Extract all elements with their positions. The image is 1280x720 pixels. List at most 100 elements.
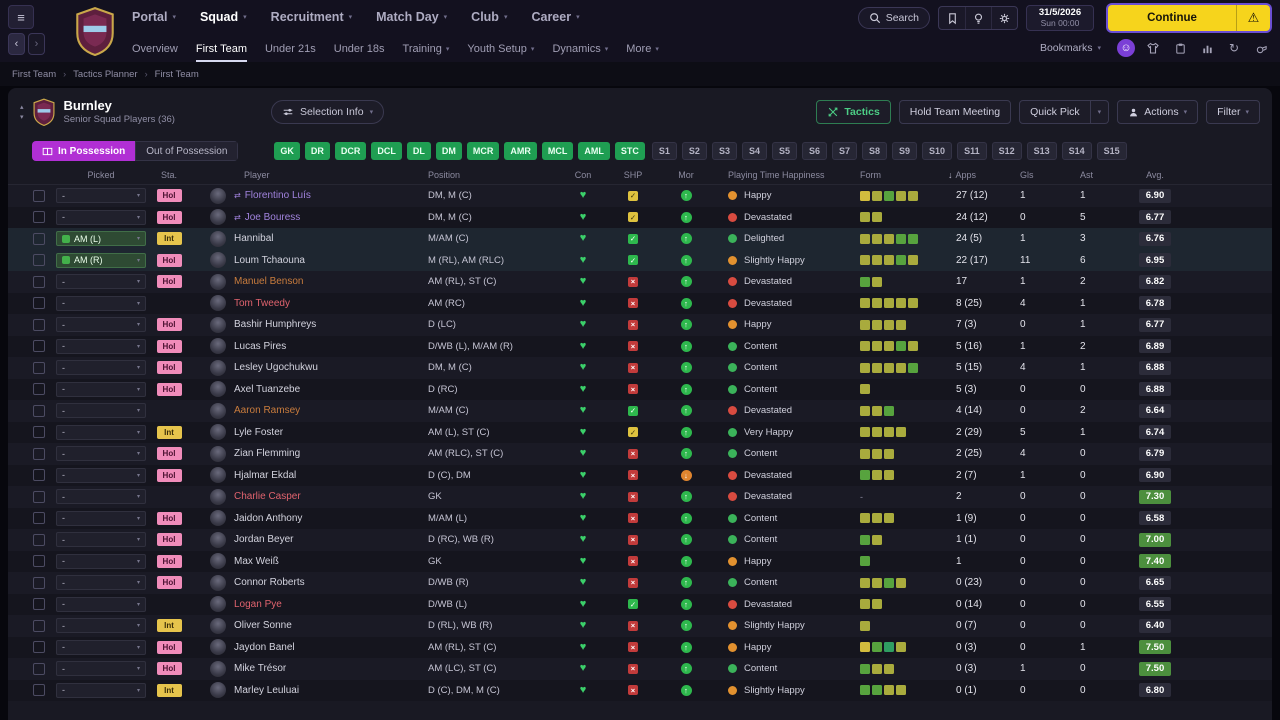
table-row[interactable]: - ▾ Hol Max Weiß GK ♥ × ↑ Happy 1 0 0 7.40	[8, 550, 1272, 572]
subnav-item-under-21s[interactable]: Under 21s	[265, 36, 316, 62]
header-status[interactable]: Sta.	[150, 166, 188, 184]
picked-dropdown[interactable]: - ▾	[56, 295, 146, 311]
row-checkbox[interactable]	[33, 275, 45, 288]
nav-item-portal[interactable]: Portal ▾	[132, 10, 176, 24]
table-row[interactable]: - ▾ Charlie Casper GK ♥ × ↑ Devastated -2 0 0 7.30	[8, 486, 1272, 508]
nav-item-match-day[interactable]: Match Day ▾	[376, 10, 447, 24]
nav-item-recruitment[interactable]: Recruitment ▾	[271, 10, 352, 24]
picked-dropdown[interactable]: - ▾	[56, 403, 146, 419]
player-name[interactable]: Hjalmar Ekdal	[234, 470, 296, 481]
table-row[interactable]: - ▾ Int Marley Leuluai D (C), DM, M (C) ♥ × ↑ Sl…	[8, 679, 1272, 701]
picked-dropdown[interactable]: - ▾	[56, 553, 146, 569]
slot-chip-s9[interactable]: S9	[892, 142, 918, 160]
player-name[interactable]: Charlie Casper	[234, 491, 301, 502]
slot-chip-s15[interactable]: S15	[1096, 142, 1127, 160]
subnav-item-under-18s[interactable]: Under 18s	[334, 36, 385, 62]
hold-team-meeting-button[interactable]: Hold Team Meeting	[898, 100, 1012, 124]
picked-dropdown[interactable]: AM (L) ▾	[56, 231, 146, 247]
picked-dropdown[interactable]: - ▾	[56, 639, 146, 655]
picked-dropdown[interactable]: - ▾	[56, 532, 146, 548]
subnav-item-youth-setup[interactable]: Youth Setup ▾	[467, 36, 534, 62]
actions-button[interactable]: Actions ▾	[1117, 100, 1199, 124]
player-name[interactable]: Zian Flemming	[234, 448, 300, 459]
header-morale[interactable]: Mor	[660, 166, 712, 184]
player-name[interactable]: Manuel Benson	[234, 276, 304, 287]
picked-dropdown[interactable]: - ▾	[56, 317, 146, 333]
table-row[interactable]: - ▾ Hol ⇄ Florentino Luís DM, M (C) ♥ ✓ ↑ Happy 27…	[8, 185, 1272, 207]
table-row[interactable]: - ▾ Hol Bashir Humphreys D (LC) ♥ × ↑ Happy 7 (3)…	[8, 314, 1272, 336]
notes-button[interactable]	[1171, 39, 1189, 57]
player-name[interactable]: Jaydon Banel	[234, 642, 295, 653]
back-button[interactable]: ‹	[8, 33, 25, 55]
subnav-item-dynamics[interactable]: Dynamics ▾	[552, 36, 608, 62]
tactics-button[interactable]: Tactics	[816, 100, 891, 124]
table-row[interactable]: - ▾ Hol Hjalmar Ekdal D (C), DM ♥ × ↓ Devastated…	[8, 464, 1272, 486]
settings-button[interactable]	[991, 7, 1017, 29]
player-name[interactable]: Logan Pye	[234, 599, 282, 610]
player-name[interactable]: Lesley Ugochukwu	[234, 362, 318, 373]
player-name[interactable]: Lyle Foster	[234, 427, 283, 438]
picked-dropdown[interactable]: - ▾	[56, 510, 146, 526]
slot-chip-s10[interactable]: S10	[922, 142, 953, 160]
picked-dropdown[interactable]: - ▾	[56, 424, 146, 440]
position-chip-dr[interactable]: DR	[304, 142, 330, 160]
player-name[interactable]: Connor Roberts	[234, 577, 305, 588]
header-form[interactable]: Form	[852, 166, 948, 184]
row-checkbox[interactable]	[33, 555, 45, 568]
player-name[interactable]: ⇄ Florentino Luís	[234, 190, 311, 201]
header-condition[interactable]: Con	[560, 166, 606, 184]
table-row[interactable]: - ▾ Hol Mike Trésor AM (LC), ST (C) ♥ × ↑ Conten…	[8, 658, 1272, 680]
player-name[interactable]: Loum Tchaouna	[234, 255, 305, 266]
forward-button[interactable]: ›	[28, 33, 45, 55]
selection-info-dropdown[interactable]: Selection Info ▾	[270, 100, 385, 124]
nav-item-squad[interactable]: Squad ▾	[200, 10, 247, 24]
nav-item-club[interactable]: Club ▾	[471, 10, 507, 24]
search-button[interactable]: Search	[857, 7, 930, 29]
row-checkbox[interactable]	[33, 490, 45, 503]
quick-pick-button[interactable]: Quick Pick	[1019, 100, 1091, 124]
player-name[interactable]: Lucas Pires	[234, 341, 286, 352]
table-row[interactable]: AM (R) ▾ Hol Loum Tchaouna M (RL), AM (RLC) ♥…	[8, 249, 1272, 271]
in-possession-tab[interactable]: In Possession	[32, 141, 136, 161]
picked-dropdown[interactable]: - ▾	[56, 596, 146, 612]
row-checkbox[interactable]	[33, 383, 45, 396]
picked-dropdown[interactable]: AM (R) ▾	[56, 252, 146, 268]
header-avg[interactable]: Avg.	[1120, 166, 1190, 184]
header-goals[interactable]: Gls	[1008, 166, 1064, 184]
picked-dropdown[interactable]: - ▾	[56, 360, 146, 376]
row-checkbox[interactable]	[33, 469, 45, 482]
slot-chip-s12[interactable]: S12	[991, 142, 1022, 160]
picked-dropdown[interactable]: - ▾	[56, 188, 146, 204]
position-chip-amr[interactable]: AMR	[504, 142, 537, 160]
picked-dropdown[interactable]: - ▾	[56, 489, 146, 505]
picked-dropdown[interactable]: - ▾	[56, 274, 146, 290]
row-checkbox[interactable]	[33, 404, 45, 417]
player-name[interactable]: Oliver Sonne	[234, 620, 292, 631]
table-row[interactable]: - ▾ Logan Pye D/WB (L) ♥ ✓ ↑ Devastated 0 (14) 0 0…	[8, 593, 1272, 615]
referee-button[interactable]	[1252, 39, 1270, 57]
table-row[interactable]: - ▾ Hol Jaidon Anthony M/AM (L) ♥ × ↑ Content 1 (…	[8, 507, 1272, 529]
bookmarks-button[interactable]: Bookmarks ▾	[1040, 42, 1101, 54]
player-name[interactable]: Axel Tuanzebe	[234, 384, 300, 395]
position-chip-mcr[interactable]: MCR	[466, 142, 500, 160]
position-chip-aml[interactable]: AML	[578, 142, 610, 160]
kit-button[interactable]	[1144, 39, 1162, 57]
picked-dropdown[interactable]: - ▾	[56, 682, 146, 698]
filter-button[interactable]: Filter ▾	[1206, 100, 1260, 124]
player-name[interactable]: Hannibal	[234, 233, 273, 244]
date-widget[interactable]: 31/5/2026 Sun 00:00	[1026, 5, 1094, 31]
hints-button[interactable]	[965, 7, 991, 29]
row-checkbox[interactable]	[33, 340, 45, 353]
picked-dropdown[interactable]: - ▾	[56, 209, 146, 225]
table-row[interactable]: - ▾ Hol Zian Flemming AM (RLC), ST (C) ♥ × ↑ Con…	[8, 443, 1272, 465]
position-chip-stc[interactable]: STC	[614, 142, 645, 160]
slot-chip-s5[interactable]: S5	[771, 142, 797, 160]
row-checkbox[interactable]	[33, 576, 45, 589]
row-checkbox[interactable]	[33, 426, 45, 439]
table-row[interactable]: - ▾ Hol ⇄ Joe Bouress DM, M (C) ♥ ✓ ↑ Devastated 2…	[8, 206, 1272, 228]
subnav-item-training[interactable]: Training ▾	[403, 36, 450, 62]
row-checkbox[interactable]	[33, 254, 45, 267]
player-name[interactable]: Aaron Ramsey	[234, 405, 300, 416]
row-checkbox[interactable]	[33, 598, 45, 611]
slot-chip-s7[interactable]: S7	[832, 142, 858, 160]
